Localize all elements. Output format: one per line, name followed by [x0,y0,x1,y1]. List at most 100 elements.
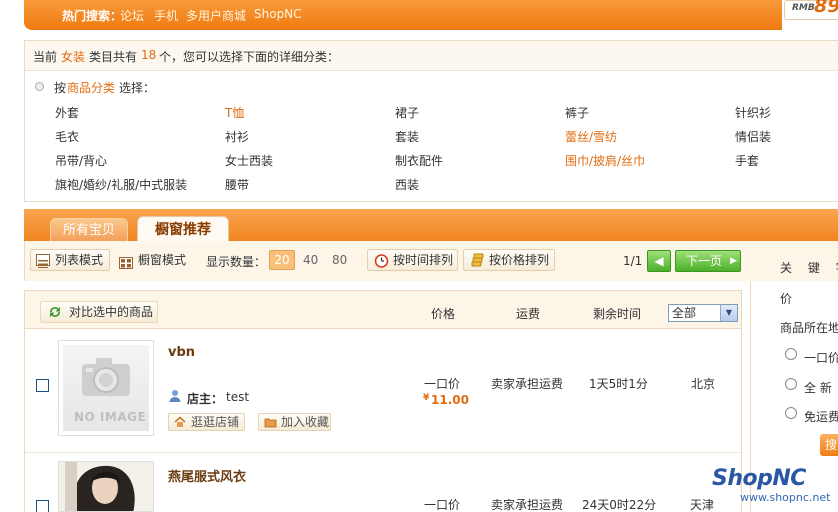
product-price: 11.00 [431,393,469,407]
keyword-label: 关 键 字 [780,261,838,275]
owner-name[interactable]: test [226,390,249,404]
prev-page-button[interactable]: ◀ [647,250,671,272]
radio-icon[interactable] [35,82,44,91]
row-checkbox[interactable] [36,379,49,392]
next-arrow-icon: ▶ [730,256,737,266]
chevron-down-icon[interactable]: ▼ [720,305,737,321]
tab-all-items[interactable]: 所有宝贝 [50,218,128,241]
sort-by-time-button[interactable]: 按时间排列 [367,249,458,271]
cat-item-qipao-gown[interactable]: 旗袍/婚纱/礼服/中式服装 [55,176,187,193]
add-favorite-label: 加入收藏 [281,415,330,429]
owner-label: 店主： [187,392,224,406]
cat-item-garment-accessory[interactable]: 制衣配件 [395,152,443,169]
row-checkbox[interactable] [36,500,49,512]
no-image-text: NO IMAGE [74,410,147,424]
select-prefix: 按 [54,81,67,95]
sort-by-price-label: 按价格排列 [489,253,550,267]
category-middle: 类目共有 [89,50,138,64]
show-count-80[interactable]: 80 [332,253,347,267]
cat-item-camisole[interactable]: 吊带/背心 [55,152,107,169]
cat-item-sweater[interactable]: 毛衣 [55,128,79,145]
page-info: 1/1 [623,254,643,268]
user-icon [169,389,181,405]
cat-item-suit-set[interactable]: 套装 [395,128,419,145]
sidebar-search-button[interactable]: 搜 [820,434,838,456]
list-mode-button[interactable]: 列表模式 [30,249,110,271]
hot-link-multi-mall[interactable]: 多用户商城 [186,7,246,24]
prev-arrow-icon: ◀ [654,254,664,268]
add-favorite-button[interactable]: 加入收藏 [258,413,331,431]
visit-store-label: 逛逛店铺 [191,415,240,429]
filter-value: 全部 [672,306,697,320]
next-page-label: 下一页 [685,254,722,268]
visit-store-button[interactable]: 逛逛店铺 [168,413,245,431]
hot-search-label: 热门搜索： [62,9,123,23]
option-free-shipping: 免运费 [804,410,838,424]
list-mode-label: 列表模式 [55,253,104,267]
remaining-time: 1天5时1分 [589,377,648,391]
price-type: 一口价 [424,377,461,391]
row-divider [25,452,741,453]
price-label: 价 格 [780,292,838,306]
rmb-amount: 89 [814,0,838,17]
currency-symbol: ¥ [423,393,430,403]
cat-item-belt[interactable]: 腰带 [225,176,249,193]
col-price: 价格 [431,307,456,321]
cat-item-scarf-shawl[interactable]: 围巾/披肩/丝巾 [565,152,645,169]
product-location: 北京 [691,377,716,391]
radio-free-shipping[interactable] [785,407,797,419]
shipping-info: 卖家承担运费 [491,498,564,512]
cat-item-skirt[interactable]: 裙子 [395,104,419,121]
option-fixed-price: 一口价 [804,351,838,365]
hot-link-phone[interactable]: 手机 [154,7,178,24]
cat-item-suit[interactable]: 西装 [395,176,419,193]
show-count-20[interactable]: 20 [269,250,295,270]
cat-item-coat[interactable]: 外套 [55,104,79,121]
tab-window-recommend[interactable]: 橱窗推荐 [137,216,229,242]
cat-item-women-suit[interactable]: 女士西装 [225,152,273,169]
remaining-time: 24天0时22分 [582,498,657,512]
category-current: 女装 [61,50,86,64]
cat-item-gloves[interactable]: 手套 [735,152,759,169]
cat-item-shirt[interactable]: 衬衫 [225,128,249,145]
category-suffix: 个，您可以选择下面的详细分类： [159,50,340,64]
col-remaining: 剩余时间 [593,307,642,321]
compare-label: 对比选中的商品 [69,305,154,319]
cat-item-knitwear[interactable]: 针织衫 [735,104,771,121]
cat-item-lace-chiffon[interactable]: 蕾丝/雪纺 [565,128,617,145]
product-thumbnail[interactable] [58,461,154,512]
radio-brand-new[interactable] [785,378,797,390]
home-icon [174,416,186,432]
camera-icon [76,352,136,407]
cat-item-pants[interactable]: 裤子 [565,104,589,121]
list-icon [36,254,50,268]
select-suffix: 选择： [119,81,156,95]
option-brand-new: 全 新 [804,381,832,395]
next-page-button[interactable]: 下一页 ▶ [675,250,741,272]
select-by-category-link[interactable]: 商品分类 [67,79,115,96]
hot-link-forum[interactable]: 论坛 [120,7,144,24]
cat-item-couple-wear[interactable]: 情侣装 [735,128,771,145]
category-count: 18 [141,48,157,62]
folder-icon [264,416,277,432]
col-shipping: 运费 [516,307,541,321]
shopnc-watermark-url: www.shopnc.net [740,491,831,504]
compare-selected-button[interactable]: 对比选中的商品 [40,301,158,323]
window-mode-label: 橱窗模式 [138,253,187,267]
radio-fixed-price[interactable] [785,348,797,360]
sort-by-price-button[interactable]: 按价格排列 [463,249,555,271]
coins-icon [470,253,485,274]
sort-by-time-label: 按时间排列 [393,253,454,267]
shipping-info: 卖家承担运费 [491,377,564,391]
show-count-label: 显示数量： [206,255,267,269]
category-prefix: 当前 [33,50,58,64]
product-name[interactable]: vbn [168,345,195,360]
product-name[interactable]: 燕尾服式风衣 [168,466,246,485]
window-mode-button[interactable]: 橱窗模式 [118,249,198,271]
shopnc-watermark-logo: ShopNC [712,466,806,491]
hot-link-shopnc[interactable]: ShopNC [254,7,302,21]
cat-item-tshirt[interactable]: T恤 [225,104,244,121]
clock-icon [374,253,389,274]
price-type: 一口价 [424,498,461,512]
show-count-40[interactable]: 40 [303,253,318,267]
